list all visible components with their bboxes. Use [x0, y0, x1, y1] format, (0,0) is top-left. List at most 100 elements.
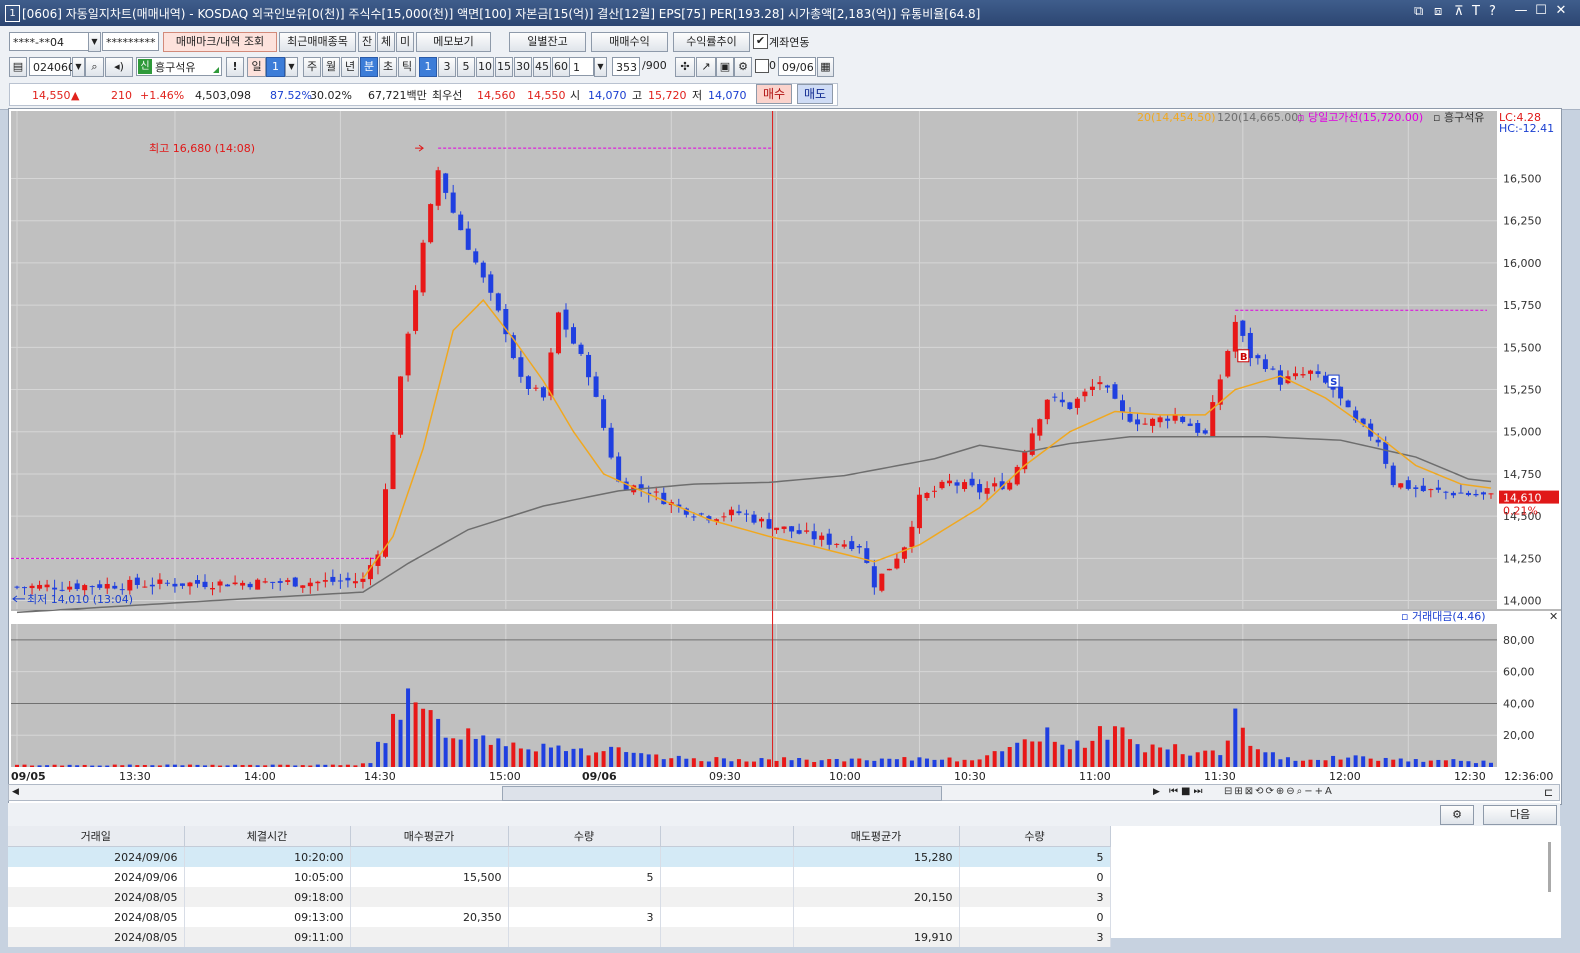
- price-chart[interactable]: 16,500 16,250 16,000 15,750 15,500 15,250 15,0…: [9, 109, 1575, 804]
- next-button[interactable]: 다음: [1483, 805, 1557, 825]
- save-icon[interactable]: ▣: [716, 57, 734, 77]
- bracket-icon[interactable]: ⊏: [1544, 786, 1553, 799]
- candle-body: [1059, 399, 1065, 403]
- candle-body: [1300, 374, 1306, 376]
- password-input[interactable]: *********: [102, 32, 159, 51]
- interval-button-15[interactable]: 15: [495, 57, 513, 77]
- trade-mark-button[interactable]: 매매마크/내역 조회: [163, 32, 277, 52]
- table-row[interactable]: 2024/08/05 09:13:00 20,350 3 0: [8, 907, 1111, 927]
- font-icon[interactable]: T: [1472, 4, 1480, 19]
- playback-controls[interactable]: ⏮■⏭: [1169, 786, 1205, 797]
- return-trend-button[interactable]: 수익률추이: [673, 32, 750, 52]
- scroll-thumb[interactable]: [502, 786, 942, 801]
- alert-button[interactable]: !: [226, 57, 244, 77]
- interval-button-3[interactable]: 3: [438, 57, 456, 77]
- period-button-2[interactable]: 년: [341, 57, 359, 77]
- price-tick-label: 16,250: [1503, 215, 1542, 228]
- search-icon[interactable]: ⌕: [85, 57, 104, 77]
- candle-body: [322, 580, 328, 582]
- pin-icon[interactable]: ⊼: [1454, 4, 1464, 19]
- column-header[interactable]: 매수평균가: [350, 826, 509, 847]
- zero-checkbox[interactable]: [755, 59, 769, 73]
- table-row[interactable]: 2024/09/06 10:05:00 15,500 5 0: [8, 867, 1111, 887]
- chart-panel[interactable]: 16,500 16,250 16,000 15,750 15,500 15,250 15,0…: [8, 108, 1575, 805]
- zoom-tools[interactable]: ⊟⊞⊠⟲⟳⊕⊖⌕−+A: [1224, 786, 1334, 797]
- column-header[interactable]: 체결시간: [184, 826, 351, 847]
- volume-bar: [142, 765, 147, 767]
- table-row[interactable]: 2024/08/05 09:11:00 19,910 3: [8, 927, 1111, 947]
- maximize-icon[interactable]: ☐: [1533, 3, 1549, 19]
- tools-icon[interactable]: ✣: [675, 57, 695, 77]
- period-button-3[interactable]: 분: [360, 57, 378, 77]
- speaker-icon[interactable]: ◂): [105, 57, 133, 77]
- table-scroll[interactable]: [1548, 842, 1551, 892]
- help-icon[interactable]: ?: [1489, 4, 1496, 19]
- recent-trades-button[interactable]: 최근매매종목: [279, 32, 356, 52]
- memo-button[interactable]: 메모보기: [416, 32, 491, 52]
- stock-code-input[interactable]: 024060: [29, 57, 75, 76]
- period-button-5[interactable]: 틱: [398, 57, 416, 77]
- period-button-1[interactable]: 월: [322, 57, 340, 77]
- period-button-0[interactable]: 주: [303, 57, 321, 77]
- settings-gear-icon[interactable]: ⚙: [1440, 805, 1474, 825]
- gear-icon[interactable]: ⚙: [734, 57, 752, 77]
- account-input[interactable]: ****-**04: [9, 32, 89, 51]
- volume-bar: [947, 757, 952, 767]
- chevron-down-icon[interactable]: ▼: [88, 32, 101, 52]
- sell-button[interactable]: 매도: [797, 84, 833, 104]
- draw-icon[interactable]: ↗: [696, 57, 716, 77]
- count-input[interactable]: 1: [569, 57, 594, 76]
- candle-body: [270, 581, 276, 583]
- table-row[interactable]: 2024/09/06 10:20:00 15,280 5: [8, 846, 1111, 867]
- interval-button-30[interactable]: 30: [514, 57, 532, 77]
- column-header[interactable]: 매도평균가: [793, 826, 960, 847]
- chevron-down-icon[interactable]: ▼: [594, 57, 607, 77]
- scroll-right-icon[interactable]: ▶: [1153, 787, 1160, 797]
- chevron-down-icon[interactable]: ▼: [285, 57, 298, 77]
- interval-button-60[interactable]: 60: [552, 57, 570, 77]
- period-day-button[interactable]: 일: [247, 57, 266, 77]
- candle-body: [1142, 423, 1148, 425]
- candle-body: [1014, 466, 1020, 485]
- table-cell: 15,280: [793, 846, 960, 867]
- tile-icon[interactable]: ⧈: [1434, 4, 1442, 19]
- trade-profit-button[interactable]: 매매수익: [591, 32, 668, 52]
- table-cell: 3: [959, 927, 1111, 947]
- column-header[interactable]: 수량: [959, 826, 1111, 847]
- volume-bar: [782, 757, 787, 767]
- column-header[interactable]: 거래일: [8, 826, 185, 847]
- candle-body: [1308, 370, 1314, 374]
- interval-button-1[interactable]: 1: [419, 57, 437, 77]
- close-icon[interactable]: ✕: [1553, 3, 1569, 19]
- balance-button[interactable]: 잔: [358, 32, 376, 52]
- executed-button[interactable]: 체: [377, 32, 395, 52]
- candle-body: [1270, 368, 1276, 370]
- period-button-4[interactable]: 초: [379, 57, 397, 77]
- chart-scrollbar[interactable]: ◀ ▶ ⏮■⏭ ⊟⊞⊠⟲⟳⊕⊖⌕−+A ⊏: [8, 784, 1560, 801]
- candle-body: [540, 387, 546, 398]
- interval-button-45[interactable]: 45: [533, 57, 551, 77]
- unexecuted-button[interactable]: 미: [396, 32, 414, 52]
- restore-icon[interactable]: ⧉: [1414, 4, 1423, 19]
- period-count[interactable]: 1: [266, 57, 285, 77]
- date-input[interactable]: 09/06: [778, 57, 816, 76]
- buy-button[interactable]: 매수: [756, 84, 792, 104]
- chevron-down-icon[interactable]: ▼: [72, 57, 85, 77]
- table-row[interactable]: 2024/08/05 09:18:00 20,150 3: [8, 887, 1111, 907]
- daily-balance-button[interactable]: 일별잔고: [509, 32, 586, 52]
- data-count-input[interactable]: 353: [612, 57, 640, 76]
- interval-button-5[interactable]: 5: [457, 57, 475, 77]
- layout-icon[interactable]: ▤: [9, 57, 27, 77]
- candle-body: [819, 535, 825, 540]
- column-header[interactable]: [660, 826, 794, 847]
- interval-button-10[interactable]: 10: [476, 57, 494, 77]
- scroll-left-icon[interactable]: ◀: [12, 787, 19, 797]
- calendar-icon[interactable]: ▦: [817, 57, 834, 77]
- account-link-checkbox[interactable]: ✔: [753, 34, 768, 49]
- column-header[interactable]: 수량: [508, 826, 661, 847]
- minimize-icon[interactable]: —: [1513, 3, 1529, 19]
- volume-tick-label: 60,00: [1503, 666, 1535, 679]
- volume-tick-label: 20,00: [1503, 729, 1535, 742]
- candle-body: [262, 581, 268, 583]
- stock-name-box[interactable]: 신 흥구석유: [136, 57, 222, 76]
